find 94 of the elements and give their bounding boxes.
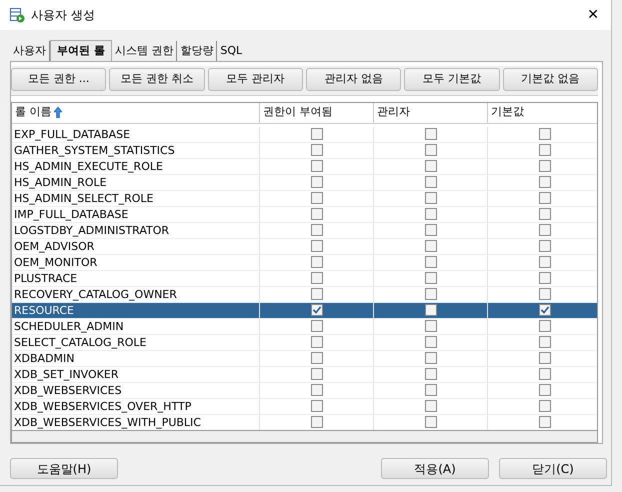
checkbox[interactable]	[424, 256, 436, 268]
checkbox[interactable]	[310, 240, 322, 252]
checkbox[interactable]	[424, 272, 436, 284]
checkbox[interactable]	[424, 336, 436, 348]
checkbox[interactable]	[310, 160, 322, 172]
checkbox[interactable]	[310, 368, 322, 380]
toolbar-button[interactable]: 모든 권한 취소	[109, 68, 205, 90]
checkbox[interactable]	[424, 400, 436, 412]
role-name-cell[interactable]: HS_ADMIN_SELECT_ROLE	[12, 190, 260, 206]
role-name-cell[interactable]: LOGSTDBY_ADMINISTRATOR	[12, 222, 260, 238]
checkbox[interactable]	[538, 384, 550, 396]
checkbox[interactable]	[538, 128, 550, 140]
checkbox[interactable]	[538, 256, 550, 268]
help-button[interactable]: 도움말(H)	[10, 458, 118, 479]
column-header[interactable]: 권한이 부여됨	[263, 104, 332, 121]
checkbox[interactable]	[424, 160, 436, 172]
checkbox[interactable]	[310, 304, 322, 316]
checkbox[interactable]	[424, 224, 436, 236]
checkbox[interactable]	[310, 336, 322, 348]
checkbox[interactable]	[424, 368, 436, 380]
checkbox[interactable]	[424, 352, 436, 364]
toolbar-button[interactable]: 기본값 없음	[502, 68, 598, 90]
role-name-cell[interactable]: HS_ADMIN_ROLE	[12, 174, 260, 190]
checkbox[interactable]	[538, 320, 550, 332]
checkbox[interactable]	[310, 320, 322, 332]
checkbox[interactable]	[310, 176, 322, 188]
checkbox[interactable]	[538, 192, 550, 204]
dialog-button[interactable]: 닫기(C)	[499, 458, 607, 479]
role-name-cell[interactable]: OEM_ADVISOR	[12, 238, 260, 254]
role-name-cell[interactable]: XDB_WEBSERVICES	[12, 382, 260, 398]
checkbox[interactable]	[538, 240, 550, 252]
checkbox[interactable]	[538, 336, 550, 348]
checkbox[interactable]	[538, 400, 550, 412]
checkbox[interactable]	[310, 352, 322, 364]
dialog-button[interactable]: 적용(A)	[381, 458, 489, 479]
checkbox[interactable]	[538, 368, 550, 380]
checkbox[interactable]	[310, 384, 322, 396]
column-header[interactable]: 관리자	[377, 104, 410, 121]
toolbar-button[interactable]: 모두 관리자	[208, 68, 303, 90]
role-name-cell[interactable]: XDB_WEBSERVICES_OVER_HTTP	[12, 398, 260, 414]
close-button[interactable]: ✕	[581, 8, 605, 22]
checkbox[interactable]	[424, 208, 436, 220]
checkbox[interactable]	[310, 144, 322, 156]
horizontal-scrollbar[interactable]	[12, 430, 597, 442]
checkbox[interactable]	[538, 416, 550, 428]
checkbox[interactable]	[310, 416, 322, 428]
checkbox[interactable]	[310, 400, 322, 412]
checkbox[interactable]	[424, 128, 436, 140]
toolbar-button[interactable]: 관리자 없음	[306, 68, 402, 90]
role-name-cell[interactable]: RESOURCE	[12, 302, 260, 318]
checkbox[interactable]	[538, 224, 550, 236]
role-name-cell[interactable]: GATHER_SYSTEM_STATISTICS	[12, 142, 260, 158]
checkbox[interactable]	[310, 208, 322, 220]
role-name-cell[interactable]: SELECT_CATALOG_ROLE	[12, 334, 260, 350]
column-header[interactable]: 롤 이름	[15, 104, 52, 121]
checkbox[interactable]	[538, 288, 550, 300]
tab[interactable]: 부여된 롤	[50, 40, 112, 61]
checkbox[interactable]	[424, 240, 436, 252]
app-icon	[10, 8, 25, 22]
checkbox[interactable]	[538, 144, 550, 156]
checkbox[interactable]	[310, 128, 322, 140]
checkbox[interactable]	[538, 208, 550, 220]
tab[interactable]: SQL	[217, 41, 246, 61]
checkbox[interactable]	[424, 304, 436, 316]
checkbox[interactable]	[424, 192, 436, 204]
checkbox[interactable]	[310, 224, 322, 236]
checkbox[interactable]	[424, 416, 436, 428]
checkbox[interactable]	[310, 192, 322, 204]
checkbox[interactable]	[310, 288, 322, 300]
checkbox[interactable]	[538, 176, 550, 188]
checkbox[interactable]	[538, 304, 550, 316]
checkbox[interactable]	[424, 288, 436, 300]
role-name-cell[interactable]: PLUSTRACE	[12, 270, 260, 286]
toolbar-button[interactable]: 모두 기본값	[404, 68, 500, 90]
checkbox[interactable]	[538, 272, 550, 284]
checkbox[interactable]	[424, 384, 436, 396]
role-name-cell[interactable]: XDB_SET_INVOKER	[12, 366, 260, 382]
checkbox[interactable]	[310, 256, 322, 268]
checkbox[interactable]	[538, 160, 550, 172]
role-name-cell[interactable]: EXP_FULL_DATABASE	[12, 126, 260, 142]
role-name-cell[interactable]: XDBADMIN	[12, 350, 260, 366]
role-name-cell[interactable]: IMP_FULL_DATABASE	[12, 206, 260, 222]
column-header[interactable]: 기본값	[491, 104, 524, 121]
role-name-cell[interactable]: HS_ADMIN_EXECUTE_ROLE	[12, 158, 260, 174]
window-title: 사용자 생성	[31, 7, 96, 24]
checkbox[interactable]	[310, 272, 322, 284]
checkbox[interactable]	[424, 320, 436, 332]
sort-ascending-icon	[54, 107, 62, 118]
toolbar-button[interactable]: 모든 권한 ...	[11, 68, 106, 90]
checkbox[interactable]	[538, 352, 550, 364]
role-name-cell[interactable]: OEM_MONITOR	[12, 254, 260, 270]
checkbox[interactable]	[424, 144, 436, 156]
checkbox[interactable]	[424, 176, 436, 188]
role-name-cell[interactable]: SCHEDULER_ADMIN	[12, 318, 260, 334]
